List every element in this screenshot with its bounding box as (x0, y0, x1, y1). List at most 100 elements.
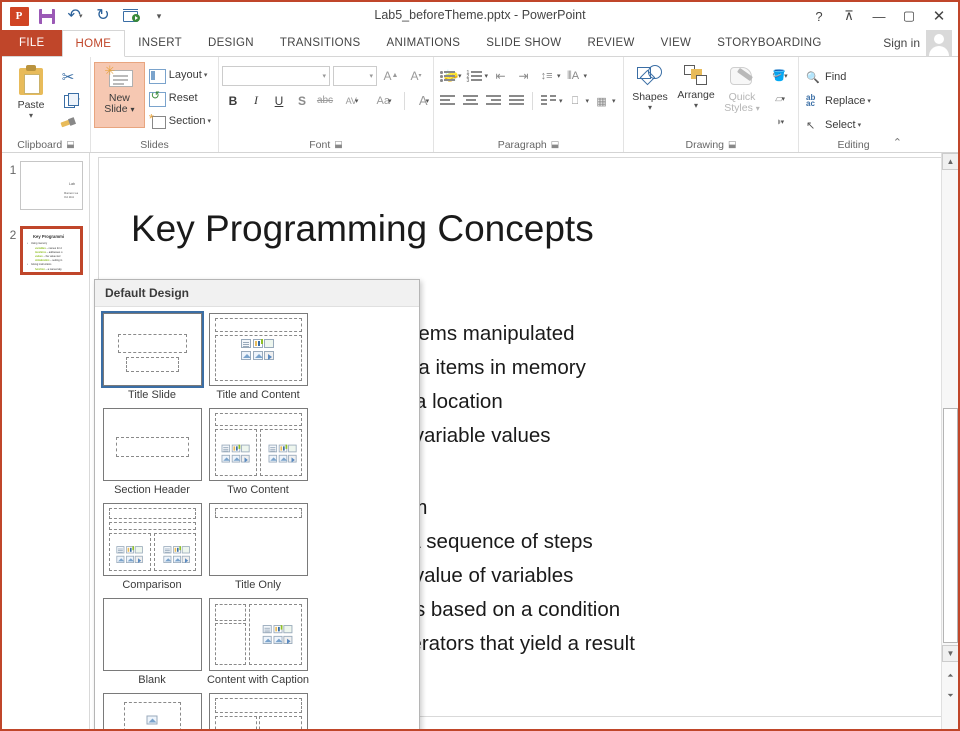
align-text-button[interactable]: ⎕ (565, 91, 586, 111)
font-name-caret-icon[interactable]: ▾ (322, 72, 326, 80)
new-slide-button[interactable]: ✳ New Slide ▾ (94, 62, 145, 128)
numbering-caret-icon[interactable]: ▾ (485, 72, 489, 80)
increase-indent-button[interactable]: ⇥ (513, 66, 534, 86)
save-icon[interactable] (34, 4, 60, 28)
layout-section-header[interactable]: Section Header (99, 408, 205, 497)
columns-caret-icon[interactable]: ▾ (559, 97, 563, 105)
minimize-button[interactable]: — (864, 3, 894, 29)
justify-button[interactable] (506, 91, 527, 111)
text-direction-caret-icon[interactable]: ▾ (584, 72, 588, 80)
customize-qat-icon[interactable]: ▾ (146, 4, 172, 28)
tab-view[interactable]: VIEW (648, 30, 705, 56)
tab-transitions[interactable]: TRANSITIONS (267, 30, 374, 56)
find-button[interactable]: 🔍 Find (802, 66, 850, 88)
scroll-up-button[interactable]: ▲ (942, 153, 958, 170)
undo-dropdown-caret[interactable]: ▾ (79, 12, 83, 20)
paste-button[interactable]: Paste ▾ (5, 62, 57, 120)
shapes-dropdown-caret[interactable]: ▾ (648, 103, 652, 112)
layout-button[interactable]: Layout ▾ (145, 64, 215, 86)
shape-effects-button[interactable]: ◗ ▾ (765, 111, 795, 132)
arrange-button[interactable]: Arrange ▾ (673, 62, 719, 110)
new-slide-gallery-dropdown[interactable]: Default Design Title Slide Title and Con… (94, 279, 420, 729)
maximize-button[interactable]: ▢ (894, 3, 924, 29)
tab-storyboarding[interactable]: STORYBOARDING (704, 30, 834, 56)
bold-button[interactable]: B (222, 90, 244, 111)
bullets-caret-icon[interactable]: ▾ (458, 72, 462, 80)
copy-button[interactable]: ▾ (57, 89, 87, 110)
font-size-input[interactable]: ▾ (333, 65, 377, 86)
scrollbar-thumb[interactable] (943, 408, 958, 643)
replace-button[interactable]: ab ac Replace ▾ (802, 90, 875, 112)
start-slideshow-icon[interactable] (118, 4, 144, 28)
layout-blank[interactable]: Blank (99, 598, 205, 687)
cut-button[interactable]: ✂ (57, 66, 79, 87)
text-direction-button[interactable]: ⦀A (563, 66, 584, 86)
ribbon-display-options-icon[interactable]: ⊼ (834, 3, 864, 29)
tab-home[interactable]: HOME (61, 30, 126, 57)
shape-outline-button[interactable]: ▱ ▾ (765, 88, 795, 109)
underline-button[interactable]: U (268, 90, 290, 111)
align-center-button[interactable] (460, 91, 481, 111)
line-spacing-button[interactable]: ↕≡ (536, 66, 557, 86)
paste-dropdown-caret[interactable]: ▾ (29, 111, 33, 120)
layout-picture-with-caption[interactable]: Picture with Caption (99, 693, 205, 729)
slide-thumbnail-pane[interactable]: 1 Lab Ramon La Oct 1111 2 Key Programmi … (2, 153, 90, 729)
layout-title-slide[interactable]: Title Slide (99, 311, 205, 402)
font-dialog-launcher-icon[interactable]: ⬓ (334, 139, 343, 150)
numbering-button[interactable]: 123 (464, 66, 485, 86)
undo-icon[interactable]: ↶ ▾ (62, 4, 88, 28)
align-text-caret-icon[interactable]: ▾ (586, 97, 590, 105)
slide-thumbnail-1[interactable]: Lab Ramon La Oct 1111 (20, 161, 83, 210)
smartart-caret-icon[interactable]: ▾ (612, 97, 616, 105)
layout-title-and-content[interactable]: Title and Content (205, 313, 311, 402)
previous-slide-button[interactable]: ⏶ (942, 667, 958, 684)
font-size-caret-icon[interactable]: ▾ (369, 72, 373, 80)
layout-title-only[interactable]: Title Only (205, 503, 311, 592)
tab-insert[interactable]: INSERT (125, 30, 195, 56)
strikethrough-button[interactable]: abc (314, 90, 336, 111)
tab-file[interactable]: FILE (2, 30, 62, 56)
thumbnail-row-1[interactable]: 1 Lab Ramon La Oct 1111 (2, 161, 89, 210)
layout-content-with-caption[interactable]: Content with Caption (205, 598, 311, 687)
decrease-font-size-button[interactable]: A ▾ (405, 65, 427, 86)
vertical-scrollbar[interactable]: ▲ ▼ ⏶ ⏷ (941, 153, 958, 729)
tab-animations[interactable]: ANIMATIONS (374, 30, 474, 56)
reset-button[interactable]: Reset (145, 87, 215, 109)
close-button[interactable]: ✕ (924, 3, 954, 29)
slide-title[interactable]: Key Programming Concepts (131, 208, 594, 250)
slide-thumbnail-2[interactable]: Key Programmi • Using memory variables –… (20, 226, 83, 275)
font-name-input[interactable]: ▾ (222, 65, 330, 86)
layout-two-content[interactable]: Two Content (205, 408, 311, 497)
scroll-down-button[interactable]: ▼ (942, 645, 958, 662)
character-spacing-button[interactable]: AV ▾ (337, 90, 367, 111)
convert-smartart-button[interactable]: ▦ (591, 91, 612, 111)
tab-review[interactable]: REVIEW (574, 30, 647, 56)
redo-icon[interactable]: ↻ (90, 4, 116, 28)
thumbnail-row-2[interactable]: 2 Key Programmi • Using memory variables… (2, 226, 89, 275)
paragraph-dialog-launcher-icon[interactable]: ⬓ (551, 139, 560, 150)
select-button[interactable]: ↖ Select ▾ (802, 114, 865, 136)
tab-design[interactable]: DESIGN (195, 30, 267, 56)
new-slide-dropdown-caret[interactable]: ▾ (131, 105, 135, 114)
shape-fill-button[interactable]: 🪣 ▾ (765, 65, 795, 86)
tab-slide-show[interactable]: SLIDE SHOW (473, 30, 574, 56)
clipboard-dialog-launcher-icon[interactable]: ⬓ (66, 139, 75, 150)
drawing-dialog-launcher-icon[interactable]: ⬓ (728, 139, 737, 150)
format-painter-button[interactable] (57, 112, 79, 133)
align-right-button[interactable] (483, 91, 504, 111)
shapes-button[interactable]: Shapes ▾ (627, 62, 673, 112)
bullets-button[interactable] (437, 66, 458, 86)
section-button[interactable]: Section ▾ (145, 110, 215, 132)
signin-area[interactable]: Sign in (883, 30, 958, 56)
text-shadow-button[interactable]: S (291, 90, 313, 111)
align-left-button[interactable] (437, 91, 458, 111)
quick-styles-button[interactable]: Quick Styles ▾ (719, 62, 765, 114)
next-slide-button[interactable]: ⏷ (942, 687, 958, 704)
avatar[interactable] (926, 30, 952, 56)
layout-title-content-and-text[interactable]: Title, Content and Text (205, 693, 311, 729)
arrange-dropdown-caret[interactable]: ▾ (694, 101, 698, 110)
increase-font-size-button[interactable]: A ▲ (380, 65, 402, 86)
decrease-indent-button[interactable]: ⇤ (490, 66, 511, 86)
collapse-ribbon-icon[interactable]: ⌃ (893, 136, 902, 149)
layout-comparison[interactable]: Comparison (99, 503, 205, 592)
